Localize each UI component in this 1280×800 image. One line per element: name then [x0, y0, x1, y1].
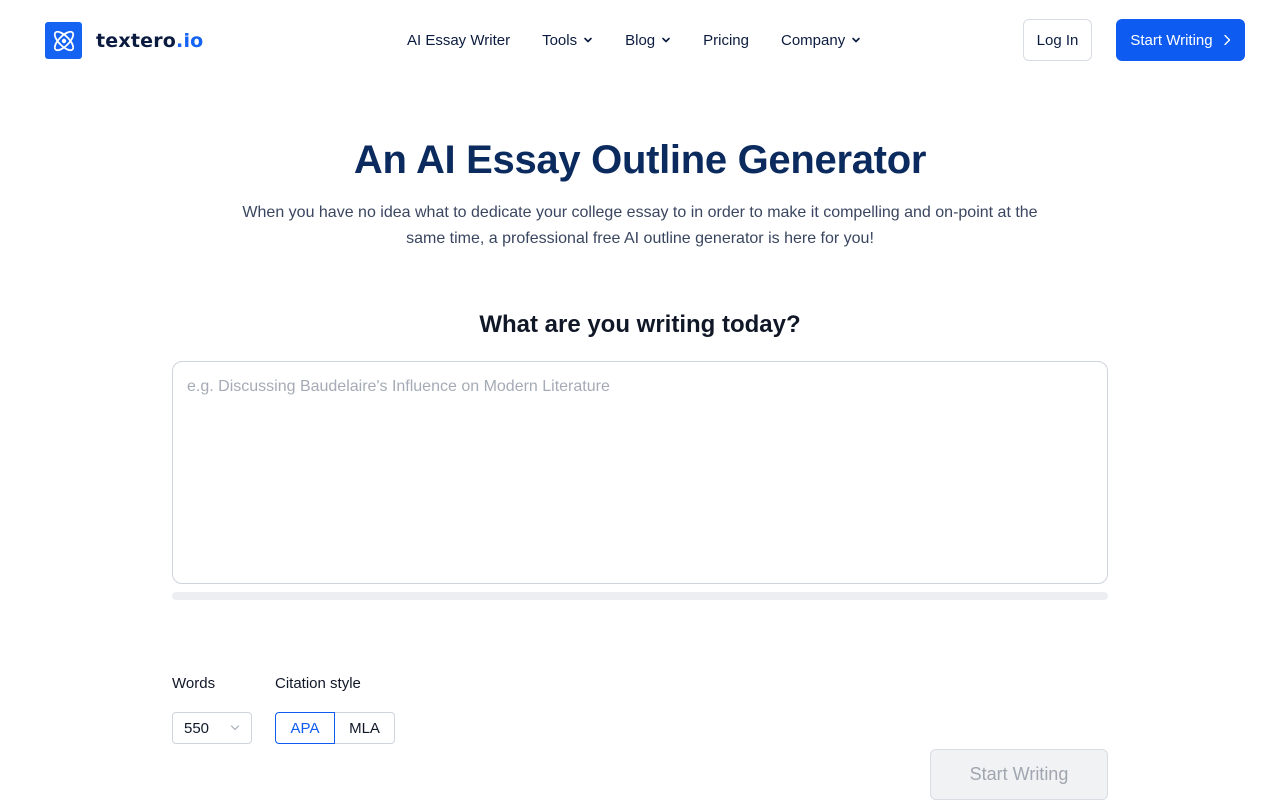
chevron-down-icon: [584, 37, 592, 43]
atom-logo-icon: [45, 22, 82, 59]
nav-item-label: Blog: [625, 31, 656, 49]
logo-tld: .io: [176, 29, 204, 52]
login-button[interactable]: Log In: [1023, 19, 1092, 61]
words-select[interactable]: 550: [172, 712, 252, 744]
page-title: An AI Essay Outline Generator: [353, 138, 927, 182]
chevron-down-icon: [852, 37, 861, 43]
main-nav: AI Essay Writer Tools Blog Pricing Compa…: [407, 30, 861, 50]
nav-item-label: Pricing: [703, 31, 749, 49]
start-writing-button[interactable]: Start Writing: [930, 749, 1108, 800]
words-label: Words: [172, 675, 216, 692]
start-writing-header-button[interactable]: Start Writing: [1116, 19, 1245, 61]
start-writing-label: Start Writing: [1130, 31, 1213, 49]
nav-item-ai-essay-writer[interactable]: AI Essay Writer: [407, 32, 510, 49]
nav-item-blog[interactable]: Blog: [625, 32, 671, 49]
chevron-right-icon: [1223, 34, 1230, 46]
topic-input[interactable]: [172, 361, 1108, 584]
nav-item-tools[interactable]: Tools: [542, 32, 593, 49]
citation-style-label: Citation style: [275, 675, 361, 692]
chevron-down-icon: [230, 725, 240, 731]
words-select-value: 550: [184, 719, 210, 737]
nav-item-label: AI Essay Writer: [407, 31, 511, 49]
nav-item-label: Tools: [542, 31, 578, 49]
site-header: textero.io AI Essay Writer Tools Blog Pr…: [0, 0, 1280, 80]
page-subtitle: When you have no idea what to dedicate y…: [242, 204, 1038, 247]
citation-style-toggle: APA MLA: [275, 712, 395, 744]
nav-item-pricing[interactable]: Pricing: [703, 32, 749, 49]
chevron-down-icon: [662, 37, 670, 43]
logo-name: textero: [96, 29, 177, 52]
progress-bar: [172, 592, 1108, 600]
nav-item-company[interactable]: Company: [781, 32, 861, 49]
citation-apa-option[interactable]: APA: [275, 712, 335, 744]
composer-question: What are you writing today?: [479, 311, 801, 338]
logo-link[interactable]: textero.io: [45, 22, 203, 59]
logo-wordmark: textero.io: [96, 30, 203, 52]
citation-mla-option[interactable]: MLA: [335, 712, 395, 744]
nav-item-label: Company: [781, 31, 846, 49]
